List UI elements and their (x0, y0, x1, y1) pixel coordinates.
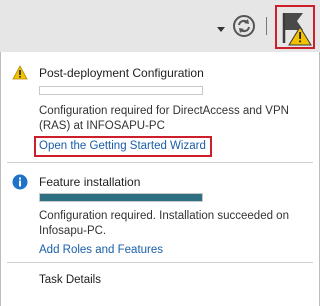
notification-description: Configuration required. Installation suc… (39, 210, 289, 237)
toolbar-separator (266, 17, 267, 35)
flag-warning-icon (282, 13, 312, 46)
divider (7, 262, 313, 263)
notifications-flag-button[interactable] (275, 5, 315, 49)
server-manager-toolbar (0, 0, 320, 52)
notification-title: Feature installation (39, 175, 141, 189)
notifications-panel: Post-deployment Configuration Configurat… (0, 52, 320, 306)
highlight-box (34, 136, 212, 157)
chevron-down-icon[interactable] (217, 27, 225, 32)
progress-bar (39, 193, 203, 202)
notification-title: Post-deployment Configuration (39, 66, 204, 80)
divider (7, 162, 313, 163)
notification-description: Configuration required for DirectAccess … (39, 105, 289, 132)
progress-fill (40, 194, 202, 201)
refresh-icon[interactable] (232, 14, 256, 38)
add-roles-and-features-link[interactable]: Add Roles and Features (39, 244, 163, 256)
info-icon (12, 174, 28, 195)
warning-icon (12, 65, 28, 85)
task-details-link[interactable]: Task Details (39, 274, 101, 286)
progress-bar (39, 86, 203, 95)
